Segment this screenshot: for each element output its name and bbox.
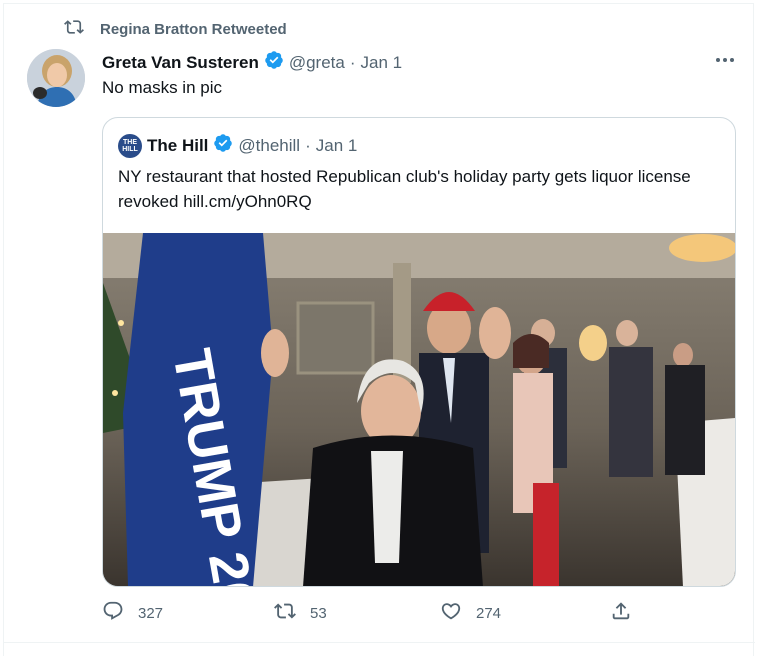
quoted-tweet-text: NY restaurant that hosted Republican clu…: [118, 167, 691, 211]
tweet-media-photo[interactable]: TRUMP 2020: [103, 233, 735, 586]
share-action[interactable]: [610, 600, 632, 626]
like-action[interactable]: 274: [440, 600, 501, 626]
quoted-tweet-date: Jan 1: [315, 135, 358, 155]
reply-count: 327: [138, 604, 164, 622]
retweet-header: Regina Bratton Retweeted: [64, 18, 287, 40]
more-options-icon[interactable]: [710, 48, 740, 72]
heart-icon[interactable]: [440, 600, 462, 626]
separator: ·: [305, 135, 311, 155]
quoted-author-handle: @thehill: [238, 135, 301, 155]
retweet-action[interactable]: 53: [274, 600, 327, 626]
author-handle[interactable]: @greta: [289, 53, 345, 73]
retweet-icon: [64, 17, 84, 42]
action-bar: 327 53 274: [102, 600, 642, 630]
retweet-icon[interactable]: [274, 600, 296, 626]
tweet-text: No masks in pic: [102, 78, 222, 97]
retweet-count: 53: [310, 604, 327, 622]
retweet-label[interactable]: Regina Bratton Retweeted: [100, 21, 287, 38]
verified-badge-icon: [264, 50, 284, 75]
author-name[interactable]: Greta Van Susteren: [102, 53, 259, 73]
separator: ·: [349, 52, 356, 72]
reply-action[interactable]: 327: [102, 600, 163, 626]
like-count: 274: [476, 604, 502, 622]
quoted-tweet[interactable]: THE HILL The Hill @thehill · Jan 1 NY re…: [102, 117, 736, 587]
author-avatar[interactable]: [27, 49, 85, 107]
the-hill-logo: THE HILL: [118, 133, 142, 158]
divider: [3, 642, 755, 643]
tweet-date[interactable]: Jan 1: [361, 53, 403, 73]
tweet-header: Greta Van Susteren @greta · Jan 1: [102, 50, 402, 75]
verified-badge-icon: [213, 133, 233, 158]
reply-icon[interactable]: [102, 600, 124, 626]
quoted-author-name[interactable]: The Hill: [147, 136, 208, 156]
share-icon[interactable]: [610, 600, 632, 626]
quoted-tweet-header: THE HILL The Hill @thehill · Jan 1: [118, 133, 357, 158]
